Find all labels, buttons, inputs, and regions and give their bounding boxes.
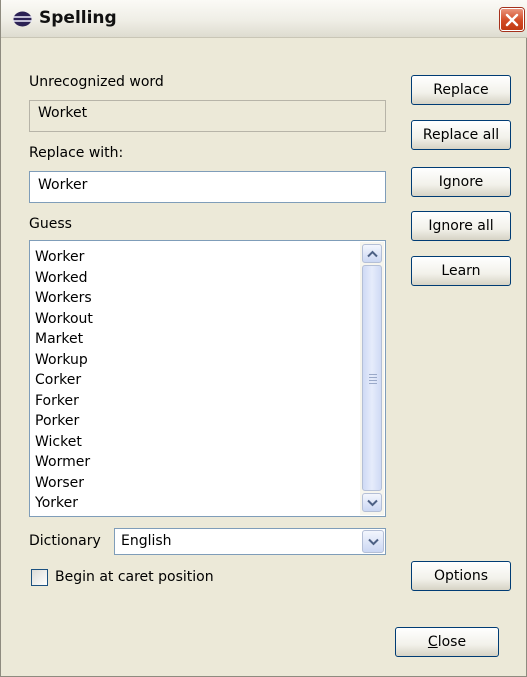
scroll-up-button[interactable] — [362, 244, 382, 263]
grip-icon — [369, 374, 377, 386]
guess-item[interactable]: Worker — [35, 247, 93, 268]
dictionary-select[interactable]: English — [114, 528, 386, 555]
chevron-down-icon — [368, 538, 379, 546]
guess-items: Worker Worked Workers Workout Market Workup Co… — [35, 247, 93, 514]
guess-scrollbar[interactable] — [360, 242, 384, 515]
begin-at-caret-label: Begin at caret position — [55, 569, 214, 585]
guess-item[interactable]: Workout — [35, 309, 93, 330]
guess-item[interactable]: Porker — [35, 411, 93, 432]
window-title: Spelling — [39, 8, 117, 28]
begin-at-caret-checkbox[interactable] — [31, 569, 48, 586]
ignore-button[interactable]: Ignore — [411, 167, 511, 197]
guess-item[interactable]: Worser — [35, 473, 93, 494]
replace-with-label: Replace with: — [29, 145, 124, 161]
guess-list[interactable]: Worker Worked Workers Workout Market Workup Co… — [29, 240, 386, 517]
guess-label: Guess — [29, 216, 72, 232]
guess-item[interactable]: Yorker — [35, 493, 93, 514]
unrecognized-word-label: Unrecognized word — [29, 74, 164, 90]
guess-item[interactable]: Workup — [35, 350, 93, 371]
eclipse-icon — [13, 11, 32, 27]
guess-item[interactable]: Wicket — [35, 432, 93, 453]
ignore-all-button[interactable]: Ignore all — [411, 211, 511, 241]
replace-with-input[interactable]: Worker — [29, 171, 386, 203]
dictionary-label: Dictionary — [29, 533, 101, 549]
close-label-rest: lose — [437, 634, 467, 650]
chevron-up-icon — [367, 250, 378, 258]
guess-item[interactable]: Workers — [35, 288, 93, 309]
guess-item[interactable]: Worked — [35, 268, 93, 289]
dictionary-value: English — [121, 533, 172, 549]
close-button[interactable]: Close — [395, 627, 499, 657]
close-icon — [505, 13, 519, 27]
scroll-thumb[interactable] — [362, 265, 382, 491]
guess-item[interactable]: Corker — [35, 370, 93, 391]
spelling-dialog: Spelling Unrecognized word Worket Replac… — [0, 0, 527, 677]
replace-all-button[interactable]: Replace all — [411, 120, 511, 150]
scroll-down-button[interactable] — [362, 493, 382, 512]
chevron-down-icon — [367, 499, 378, 507]
guess-item[interactable]: Wormer — [35, 452, 93, 473]
options-button[interactable]: Options — [411, 561, 511, 591]
close-mnemonic: C — [427, 634, 438, 650]
unrecognized-word-field: Worket — [29, 100, 386, 132]
guess-item[interactable]: Forker — [35, 391, 93, 412]
guess-item[interactable]: Market — [35, 329, 93, 350]
learn-button[interactable]: Learn — [411, 256, 511, 286]
title-bar[interactable]: Spelling — [1, 0, 527, 38]
close-window-button[interactable] — [500, 8, 524, 31]
dictionary-dropdown-button[interactable] — [362, 530, 384, 553]
replace-button[interactable]: Replace — [411, 75, 511, 105]
